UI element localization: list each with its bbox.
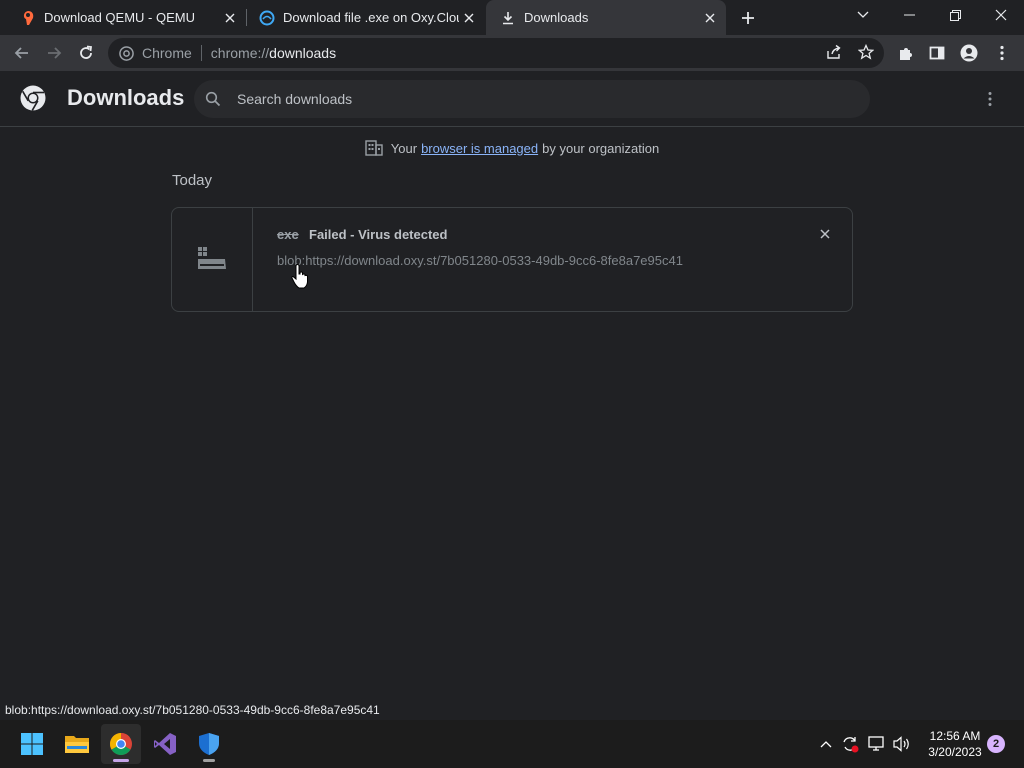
remove-from-list-button[interactable] — [815, 224, 835, 244]
download-status: Failed - Virus detected — [309, 227, 448, 242]
taskbar-chrome[interactable] — [101, 724, 141, 764]
oxycloud-icon — [259, 10, 275, 26]
address-bar[interactable]: Chrome chrome://downloads — [108, 38, 884, 68]
arrow-right-icon — [48, 47, 62, 59]
restore-icon — [949, 9, 961, 21]
arrow-left-icon — [14, 47, 28, 59]
search-box[interactable] — [194, 80, 870, 118]
exe-file-icon — [198, 246, 226, 269]
share-icon — [827, 44, 841, 59]
chrome-logo-icon — [20, 85, 46, 111]
tab-title: Download QEMU - QEMU — [44, 10, 195, 25]
download-icon — [500, 10, 516, 26]
chevron-down-icon — [857, 11, 869, 18]
site-chip-label: Chrome — [142, 45, 192, 61]
url-text: chrome://downloads — [211, 45, 336, 61]
downloads-menu-button[interactable] — [978, 87, 1002, 111]
page-title: Downloads — [67, 85, 185, 110]
defender-icon — [199, 733, 219, 755]
taskbar-file-explorer[interactable] — [57, 724, 97, 764]
notification-badge[interactable]: 2 — [987, 735, 1005, 753]
hand-cursor-icon — [291, 264, 308, 289]
managed-suffix: by your organization — [542, 140, 660, 156]
show-hidden-icons-button[interactable] — [816, 734, 836, 754]
clock-time: 12:56 AM — [929, 729, 981, 743]
tab-search-button[interactable] — [840, 0, 886, 30]
volume-icon — [893, 736, 909, 752]
sync-icon — [843, 737, 859, 753]
profile-icon — [960, 44, 978, 62]
close-tab-icon[interactable] — [459, 8, 479, 28]
date-heading: Today — [172, 172, 213, 189]
share-button[interactable] — [824, 42, 844, 62]
minimize-button[interactable] — [886, 0, 932, 30]
file-explorer-icon — [65, 736, 89, 753]
start-icon — [21, 733, 43, 755]
back-button[interactable] — [8, 39, 36, 67]
side-panel-icon — [929, 46, 945, 60]
profile-button[interactable] — [958, 42, 980, 64]
chevron-up-icon — [820, 741, 832, 748]
download-source-url[interactable]: blob:https://download.oxy.st/7b051280-05… — [277, 253, 683, 268]
running-indicator — [113, 759, 129, 762]
building-icon — [365, 139, 383, 157]
taskbar-clock[interactable]: 12:56 AM 3/20/2023 — [918, 728, 992, 760]
restore-button[interactable] — [932, 0, 978, 30]
download-filename[interactable]: exe — [277, 227, 299, 242]
chrome-site-icon[interactable] — [118, 45, 134, 61]
managed-link[interactable]: browser is managed — [421, 141, 538, 156]
search-input[interactable] — [237, 91, 837, 107]
reload-button[interactable] — [72, 39, 100, 67]
extensions-button[interactable] — [895, 42, 917, 64]
taskbar: 12:56 AM 3/20/2023 2 — [0, 720, 1024, 768]
url-host: downloads — [269, 45, 337, 61]
chrome-icon — [110, 733, 132, 755]
more-vert-icon — [1000, 45, 1004, 61]
clock-date: 3/20/2023 — [928, 745, 982, 759]
side-panel-button[interactable] — [926, 42, 948, 64]
close-tab-icon[interactable] — [220, 8, 240, 28]
download-item: exe Failed - Virus detected blob:https:/… — [171, 207, 853, 312]
browser-toolbar: Chrome chrome://downloads — [0, 35, 1024, 71]
new-tab-button[interactable] — [735, 5, 761, 31]
close-tab-icon[interactable] — [700, 8, 720, 28]
managed-notice: Your browser is managed by your organiza… — [0, 139, 1024, 157]
tray-volume[interactable] — [892, 734, 912, 754]
network-icon — [868, 736, 884, 751]
taskbar-defender[interactable] — [189, 724, 229, 764]
downloads-header: Downloads — [0, 71, 1024, 127]
start-button[interactable] — [12, 724, 52, 764]
reload-icon — [80, 45, 93, 59]
tray-sync[interactable] — [840, 734, 860, 754]
tab-downloads[interactable]: Downloads — [486, 0, 726, 35]
omnibox-divider — [200, 45, 202, 61]
tab-strip: Download QEMU - QEMU Download file .exe … — [0, 0, 1024, 35]
close-icon — [995, 9, 1007, 21]
file-icon-column — [172, 208, 253, 311]
forward-button[interactable] — [40, 39, 68, 67]
close-icon — [820, 229, 830, 239]
tray-network[interactable] — [867, 734, 887, 754]
star-icon — [858, 44, 874, 60]
visual-studio-icon — [154, 733, 176, 755]
tab-oxycloud[interactable]: Download file .exe on Oxy.Cloud — [239, 0, 485, 35]
link-status-bubble: blob:https://download.oxy.st/7b051280-05… — [0, 700, 385, 720]
running-indicator — [203, 759, 215, 762]
tab-title: Downloads — [524, 10, 589, 25]
close-window-button[interactable] — [978, 0, 1024, 30]
bookmark-button[interactable] — [856, 42, 876, 62]
tab-qemu[interactable]: Download QEMU - QEMU — [0, 0, 246, 35]
search-icon[interactable] — [204, 90, 222, 108]
qemu-icon — [20, 10, 36, 26]
more-vert-icon — [988, 92, 992, 106]
tab-title: Download file .exe on Oxy.Cloud — [283, 10, 459, 25]
puzzle-icon — [900, 48, 912, 60]
minimize-icon — [903, 14, 915, 16]
managed-prefix: Your — [390, 140, 418, 156]
url-scheme: chrome:// — [210, 45, 270, 61]
chrome-menu-button[interactable] — [991, 42, 1013, 64]
taskbar-visual-studio[interactable] — [145, 724, 185, 764]
plus-icon — [742, 12, 754, 24]
